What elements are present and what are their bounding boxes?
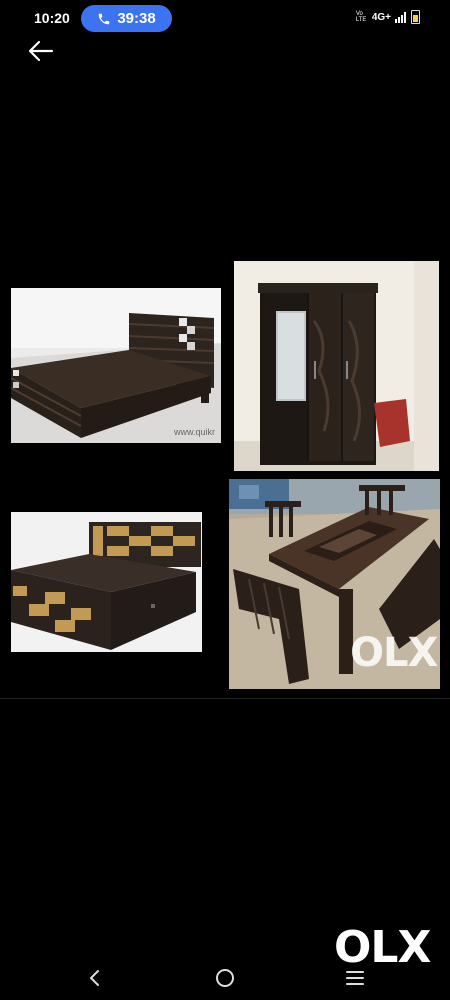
nav-home-button[interactable] bbox=[210, 963, 240, 993]
status-icons: Vo LTE 4G+ bbox=[356, 10, 420, 24]
clock: 10:20 bbox=[34, 10, 70, 26]
nav-back-button[interactable] bbox=[80, 963, 110, 993]
phone-icon bbox=[99, 13, 110, 24]
status-bar: 10:20 39:38 Vo LTE 4G+ bbox=[0, 0, 450, 36]
navigation-bar bbox=[0, 955, 450, 1000]
bed-photo-2 bbox=[11, 512, 202, 652]
chevron-left-icon bbox=[90, 970, 99, 986]
menu-icon bbox=[346, 971, 364, 985]
signal-icon bbox=[395, 11, 406, 23]
bed-photo-1: www.quikr bbox=[11, 288, 221, 443]
call-duration: 39:38 bbox=[117, 10, 156, 27]
listing-image[interactable]: www.quikr OLX bbox=[0, 255, 450, 695]
battery-icon bbox=[411, 10, 420, 24]
volte-label: Vo LTE bbox=[355, 11, 367, 23]
quikr-watermark: www.quikr bbox=[173, 427, 215, 437]
wardrobe-photo bbox=[234, 261, 439, 471]
arrow-left-icon bbox=[28, 40, 54, 62]
olx-watermark: OLX bbox=[350, 630, 438, 676]
home-circle-icon bbox=[216, 969, 234, 987]
back-button[interactable] bbox=[26, 38, 56, 64]
network-type: 4G+ bbox=[371, 11, 391, 23]
ongoing-call-pill[interactable]: 39:38 bbox=[81, 5, 172, 32]
nav-recents-button[interactable] bbox=[340, 963, 370, 993]
dining-set-photo: OLX bbox=[229, 479, 440, 689]
divider bbox=[0, 698, 450, 699]
